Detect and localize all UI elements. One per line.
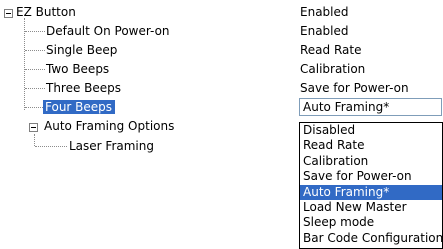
tree-item-three-beeps[interactable]: Three Beeps <box>46 80 121 96</box>
tree-item-laser-framing[interactable]: Laser Framing <box>69 138 154 154</box>
tree-item-default-on-power-on[interactable]: Default On Power-on <box>46 23 170 39</box>
dropdown-option[interactable]: Sleep mode <box>300 215 442 230</box>
tree-line <box>35 146 67 147</box>
tree-line <box>25 69 45 70</box>
tree-item-label: Default On Power-on <box>46 24 170 38</box>
tree-item-ez-button[interactable]: EZ Button <box>16 4 76 20</box>
dropdown-option[interactable]: Load New Master <box>300 200 442 215</box>
dropdown-option[interactable]: Bar Code Configuration <box>300 231 442 246</box>
value-single-beep[interactable]: Read Rate <box>300 42 361 58</box>
collapse-toggle-icon[interactable] <box>4 9 13 18</box>
tree-line <box>25 107 43 108</box>
tree-item-four-beeps[interactable]: Four Beeps <box>43 99 116 115</box>
dropdown-option-selected[interactable]: Auto Framing* <box>300 184 442 200</box>
tree-item-label: Three Beeps <box>46 81 122 95</box>
combobox-value: Auto Framing* <box>303 100 390 114</box>
value-default-on-power-on[interactable]: Enabled <box>300 23 349 39</box>
dropdown-option[interactable]: Read Rate <box>300 138 442 153</box>
tree-item-single-beep[interactable]: Single Beep <box>46 42 117 58</box>
tree-item-label: Two Beeps <box>46 62 110 76</box>
dropdown-list[interactable]: Disabled Read Rate Calibration Save for … <box>299 122 443 249</box>
tree-item-label: EZ Button <box>16 5 76 19</box>
tree-item-label-selected: Four Beeps <box>43 100 116 114</box>
value-ez-button[interactable]: Enabled <box>300 4 349 20</box>
tree-item-label: Auto Framing Options <box>44 119 175 133</box>
tree-line <box>25 88 45 89</box>
dropdown-option[interactable]: Save for Power-on <box>300 169 442 184</box>
dropdown-option[interactable]: Disabled <box>300 123 442 138</box>
tree-item-two-beeps[interactable]: Two Beeps <box>46 61 109 77</box>
tree-item-auto-framing-options[interactable]: Auto Framing Options <box>44 118 174 134</box>
value-combobox[interactable]: Auto Framing* <box>299 98 442 116</box>
tree-line <box>25 31 45 32</box>
dropdown-option[interactable]: Calibration <box>300 154 442 169</box>
collapse-toggle-icon[interactable] <box>29 123 38 132</box>
tree-line <box>25 50 45 51</box>
value-three-beeps[interactable]: Save for Power-on <box>300 80 409 96</box>
tree-line <box>34 134 35 146</box>
tree-item-label: Laser Framing <box>69 139 154 153</box>
value-two-beeps[interactable]: Calibration <box>300 61 365 77</box>
tree-item-label: Single Beep <box>46 43 118 57</box>
